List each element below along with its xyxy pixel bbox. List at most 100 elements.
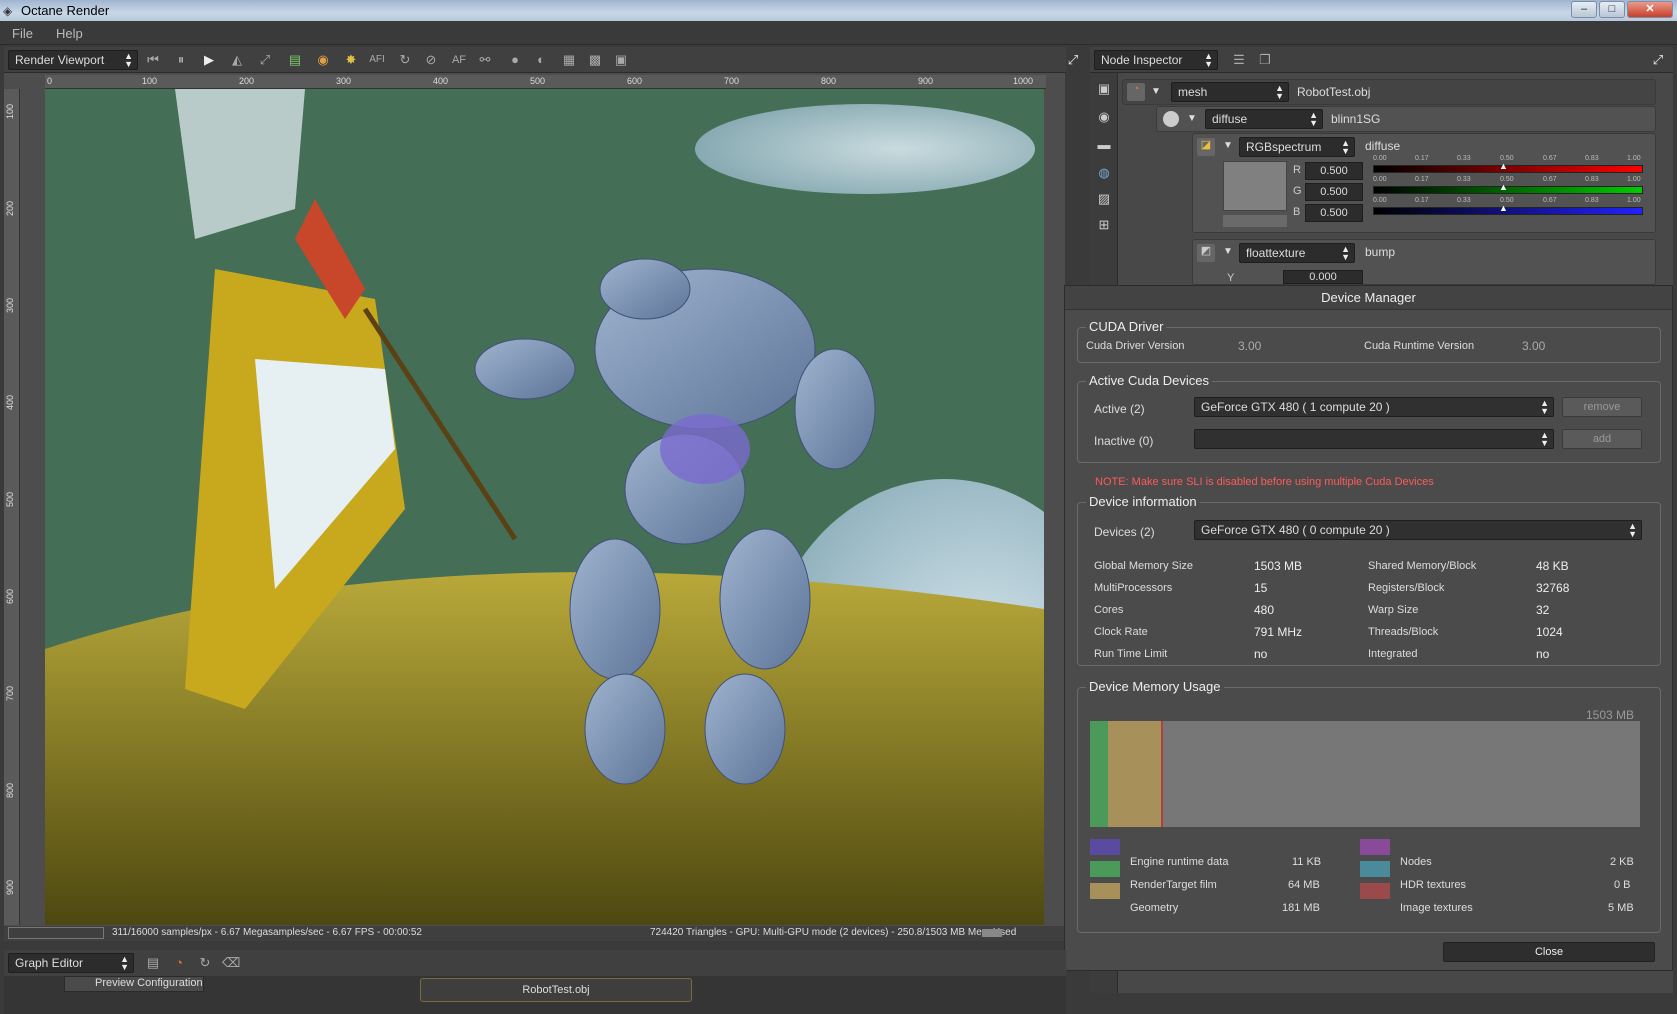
pause-icon[interactable]: ⏸ — [172, 51, 190, 69]
link-icon[interactable]: ⚯ — [476, 51, 494, 69]
device-select[interactable]: GeForce GTX 480 ( 0 compute 20 ) ▲ ▼ — [1194, 520, 1642, 540]
updown-icon: ▲ ▼ — [1628, 521, 1637, 539]
green-slider-handle[interactable]: ▲ — [1499, 182, 1508, 192]
robottest-node[interactable]: RobotTest.obj — [420, 978, 692, 1002]
info-label: Threads/Block — [1368, 626, 1439, 638]
info-label: Integrated — [1368, 648, 1418, 660]
close-button[interactable]: Close — [1443, 942, 1655, 962]
grid-icon[interactable]: ▦ — [560, 51, 578, 69]
tick-label: 0.83 — [1585, 155, 1599, 162]
close-window-button[interactable]: ✕ — [1627, 1, 1673, 18]
device-info-group: Device information Devices (2) GeForce G… — [1077, 494, 1661, 666]
settings-icon[interactable]: ▬ — [1096, 137, 1112, 153]
rgb-spectrum-node[interactable]: ◪ ▼ RGBspectrum ▲ ▼ diffuse R G B 0.500 0.… — [1192, 133, 1656, 233]
green-slider[interactable] — [1373, 186, 1643, 194]
remove-button[interactable]: remove — [1562, 397, 1642, 417]
af-button[interactable]: AF — [450, 51, 468, 69]
tick-label: 0.00 — [1373, 176, 1387, 183]
rgb-type-select[interactable]: RGBspectrum ▲ ▼ — [1239, 137, 1355, 157]
menu-help[interactable]: Help — [56, 26, 83, 41]
mesh-name: RobotTest.obj — [1297, 85, 1371, 99]
material-node[interactable]: ▼ diffuse ▲ ▼ blinn1SG — [1156, 106, 1656, 132]
memory-segment-engine — [1090, 721, 1108, 827]
info-label: Warp Size — [1368, 604, 1419, 616]
blue-value-field[interactable]: 0.500 — [1305, 204, 1363, 222]
red-slider[interactable] — [1373, 165, 1643, 173]
float-type-select[interactable]: floattexture ▲ ▼ — [1239, 243, 1355, 263]
fullscreen-icon[interactable]: ⤢ — [1649, 51, 1667, 69]
play-icon[interactable]: ▶ — [200, 51, 218, 69]
mesh-icon[interactable]: ▣ — [1096, 81, 1112, 97]
pick-focus-icon[interactable]: ◭ — [228, 51, 246, 69]
rewind-icon[interactable]: ⏮ — [144, 51, 162, 69]
updown-icon: ▲ ▼ — [1309, 110, 1318, 128]
lock-icon[interactable]: ⊘ — [422, 51, 440, 69]
floattexture-node[interactable]: ◩ ▼ floattexture ▲ ▼ bump Y 0.000 — [1192, 239, 1656, 285]
menu-file[interactable]: File — [12, 26, 33, 41]
updown-icon: ▲ ▼ — [1204, 51, 1213, 69]
expand-icon[interactable]: ❐ — [1256, 51, 1274, 69]
region-icon[interactable]: ▣ — [612, 51, 630, 69]
red-slider-ticks: 0.00 0.17 0.33 0.50 0.67 0.83 1.00 — [1373, 155, 1643, 164]
collapse-arrow-icon[interactable]: ▼ — [1151, 86, 1161, 97]
refresh-icon[interactable]: ↻ — [196, 954, 214, 972]
tick-label: 1.00 — [1627, 197, 1641, 204]
graph-editor-select[interactable]: Graph Editor ▲ ▼ — [8, 953, 134, 973]
image-icon[interactable]: ▨ — [1096, 191, 1112, 207]
refresh-icon[interactable]: ↻ — [396, 51, 414, 69]
viewport-panel-select[interactable]: Render Viewport ▲ ▼ — [8, 50, 138, 70]
mesh-type-select[interactable]: mesh ▲ ▼ — [1171, 82, 1289, 102]
afi-button[interactable]: AFI — [368, 51, 386, 69]
fullscreen-icon[interactable]: ⤢ — [1064, 51, 1082, 69]
material-type-select[interactable]: diffuse ▲ ▼ — [1205, 109, 1323, 129]
group-heading: CUDA Driver — [1086, 319, 1167, 334]
delete-icon[interactable]: ⌫ — [222, 954, 240, 972]
imager-icon[interactable]: ⊞ — [1096, 217, 1112, 233]
new-node-icon[interactable]: ▤ — [144, 954, 162, 972]
legend-label: HDR textures — [1400, 879, 1467, 891]
light-icon[interactable]: ✸ — [342, 51, 360, 69]
camera-icon[interactable]: ◉ — [1096, 109, 1112, 125]
environment-icon[interactable]: ◍ — [1096, 165, 1112, 181]
sphere-icon[interactable]: ● — [506, 51, 524, 69]
legend-swatch — [1360, 861, 1390, 877]
camera-icon[interactable]: ◉ — [314, 51, 332, 69]
legend-swatch — [1360, 883, 1390, 899]
sphere-outline-icon[interactable]: ◐ — [532, 51, 550, 69]
green-value-field[interactable]: 0.500 — [1305, 183, 1363, 201]
horizontal-ruler: 0 100 200 300 400 500 600 700 800 900 10… — [45, 75, 1046, 89]
scene-stats: 724420 Triangles - GPU: Multi-GPU mode (… — [650, 927, 1017, 938]
legend-value: 0 B — [1614, 879, 1631, 891]
mesh-node[interactable]: ◔ ▼ mesh ▲ ▼ RobotTest.obj — [1122, 79, 1656, 105]
collapse-arrow-icon[interactable]: ▼ — [1223, 246, 1233, 257]
color-preview[interactable] — [1223, 161, 1287, 211]
zoom-region-icon[interactable]: ⤢ — [256, 51, 274, 69]
collapse-icon[interactable]: ☰ — [1230, 51, 1248, 69]
minimize-button[interactable]: – — [1571, 1, 1597, 18]
preview-config-node[interactable]: Preview Configuration — [64, 976, 204, 992]
ruler-tick: 1000 — [1013, 76, 1034, 86]
red-slider-handle[interactable]: ▲ — [1499, 161, 1508, 171]
graph-editor[interactable]: Preview Configuration RobotTest.obj — [4, 976, 1066, 1014]
ruler-tick: 700 — [724, 76, 740, 86]
green-label: G — [1293, 185, 1302, 197]
collapse-arrow-icon[interactable]: ▼ — [1187, 113, 1197, 124]
add-button[interactable]: add — [1562, 429, 1642, 449]
red-value-field[interactable]: 0.500 — [1305, 162, 1363, 180]
mesh-icon[interactable]: ◔ — [170, 954, 188, 972]
memory-usage-bar — [1090, 721, 1640, 827]
float-node-icon: ◩ — [1197, 244, 1215, 262]
collapse-arrow-icon[interactable]: ▼ — [1223, 140, 1233, 151]
inactive-device-select[interactable]: ▲ ▼ — [1194, 429, 1554, 449]
mesh-node-icon: ◔ — [1127, 83, 1145, 101]
blue-slider-handle[interactable]: ▲ — [1499, 203, 1508, 213]
info-value: 32768 — [1536, 581, 1570, 595]
y-value-field[interactable]: 0.000 — [1283, 270, 1363, 284]
inspector-panel-select[interactable]: Node Inspector ▲ ▼ — [1094, 50, 1218, 70]
active-device-select[interactable]: GeForce GTX 480 ( 1 compute 20 ) ▲ ▼ — [1194, 397, 1554, 417]
material-picker-icon[interactable]: ▤ — [286, 51, 304, 69]
maximize-button[interactable]: □ — [1599, 1, 1625, 18]
blue-slider[interactable] — [1373, 207, 1643, 215]
checker-icon[interactable]: ▩ — [586, 51, 604, 69]
tick-label: 0.83 — [1585, 176, 1599, 183]
